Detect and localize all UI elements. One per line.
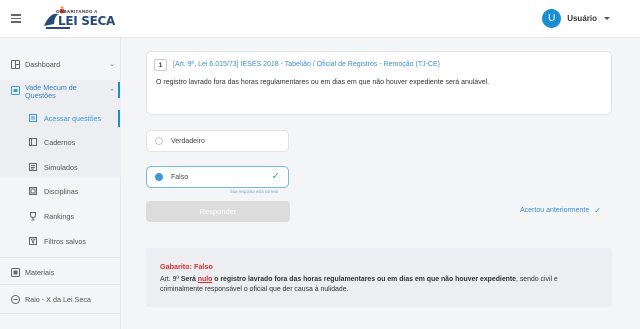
- sidebar-item-label: Acessar questões: [44, 113, 102, 123]
- sidebar-item-label: Dashboard: [25, 59, 61, 69]
- top-header: GABARITANDO A LEI SECA U Usuário: [0, 0, 640, 38]
- vade-mecum-label-line2: Questões: [25, 91, 56, 100]
- sidebar-item-rankings[interactable]: Rankings: [0, 211, 121, 221]
- check-icon: ✓: [594, 206, 601, 215]
- book-icon: [10, 85, 20, 95]
- sidebar-item-dashboard[interactable]: Dashboard ⌄: [0, 58, 121, 70]
- sidebar-item-label: Vade Mecum de Questões: [25, 83, 77, 101]
- question-statement: O registro lavrado fora das horas regula…: [156, 79, 490, 86]
- sidebar-item-acessar-questoes[interactable]: Acessar questões: [0, 113, 121, 123]
- folder-icon: [28, 186, 38, 196]
- xray-icon: [10, 294, 20, 304]
- sidebar-item-vade-mecum[interactable]: Vade Mecum de Questões ⌃: [0, 83, 121, 101]
- question-number: 1: [154, 59, 167, 71]
- option-falso[interactable]: Falso ✓: [146, 166, 289, 188]
- gabarito-nulo: nulo: [197, 276, 213, 283]
- user-name[interactable]: Usuário: [567, 14, 597, 23]
- gabarito-middle: o registro lavrado fora das horas regula…: [214, 276, 516, 283]
- sidebar-item-raio-x[interactable]: Raio - X da Lei Seca: [0, 293, 121, 305]
- question-card: 1 [Art. 9º, Lei 6.015/73] IESES 2018 - T…: [146, 51, 612, 115]
- logo[interactable]: GABARITANDO A LEI SECA: [40, 6, 120, 32]
- sidebar-item-simulados[interactable]: Simulados: [0, 162, 121, 172]
- materials-icon: [10, 267, 20, 277]
- check-icon: ✓: [271, 171, 280, 182]
- questions-icon: [28, 113, 38, 123]
- sidebar-item-label: Cadernos: [44, 137, 76, 147]
- dashboard-icon: [10, 59, 20, 69]
- answer-feedback: Sua resposta está correta: [230, 189, 278, 194]
- respond-button[interactable]: Responder: [146, 201, 290, 222]
- main-content: 1 [Art. 9º, Lei 6.015/73] IESES 2018 - T…: [121, 38, 640, 329]
- radio-button[interactable]: [155, 173, 163, 181]
- option-label: Falso: [171, 173, 189, 181]
- gabarito-article: Art. 9º: [160, 276, 179, 283]
- question-source-link[interactable]: [Art. 9º, Lei 6.015/73] IESES 2018 - Tab…: [173, 61, 440, 68]
- option-verdadeiro[interactable]: Verdadeiro: [146, 130, 289, 152]
- document-icon: [28, 162, 38, 172]
- sidebar-item-materiais[interactable]: Materiais: [0, 266, 121, 278]
- sidebar-item-label: Rankings: [44, 211, 74, 221]
- chevron-up-icon: ⌃: [109, 89, 115, 96]
- sidebar-item-label: Disciplinas: [44, 186, 79, 196]
- sidebar-divider: [0, 257, 121, 258]
- sidebar-item-label: Simulados: [44, 162, 78, 172]
- sidebar-item-cadernos[interactable]: Cadernos: [0, 137, 121, 147]
- previous-status: Acertou anteriormente ✓: [520, 206, 601, 215]
- gabarito-sera: Será: [180, 276, 196, 283]
- gabarito-title: Gabarito: Falso: [160, 262, 213, 271]
- logo-title: LEI SECA: [58, 14, 116, 28]
- sidebar-item-label: Filtros salvos: [44, 236, 86, 246]
- hamburger-menu-icon[interactable]: [11, 14, 21, 23]
- sidebar-item-filtros[interactable]: Filtros salvos: [0, 236, 121, 246]
- gabarito-text: Art. 9º Será nulo o registro lavrado for…: [160, 275, 600, 295]
- sidebar: Dashboard ⌄ Vade Mecum de Questões ⌃ Ace…: [0, 38, 121, 329]
- option-label: Verdadeiro: [171, 137, 205, 145]
- radio-button[interactable]: [155, 137, 163, 145]
- avatar[interactable]: U: [542, 9, 562, 28]
- filter-icon: [28, 236, 38, 246]
- caret-down-icon[interactable]: [604, 17, 610, 20]
- sidebar-divider: [0, 284, 121, 285]
- sidebar-divider: [0, 313, 121, 314]
- sidebar-item-disciplinas[interactable]: Disciplinas: [0, 186, 121, 196]
- previous-status-label: Acertou anteriormente: [520, 207, 590, 214]
- chevron-down-icon: ⌄: [109, 61, 115, 68]
- trophy-icon: [28, 211, 38, 221]
- user-menu[interactable]: U Usuário: [542, 9, 610, 28]
- gabarito-panel: Gabarito: Falso Art. 9º Será nulo o regi…: [146, 248, 612, 307]
- notebook-icon: [28, 137, 38, 147]
- sidebar-item-label: Raio - X da Lei Seca: [25, 294, 91, 304]
- sidebar-item-label: Materiais: [25, 267, 55, 277]
